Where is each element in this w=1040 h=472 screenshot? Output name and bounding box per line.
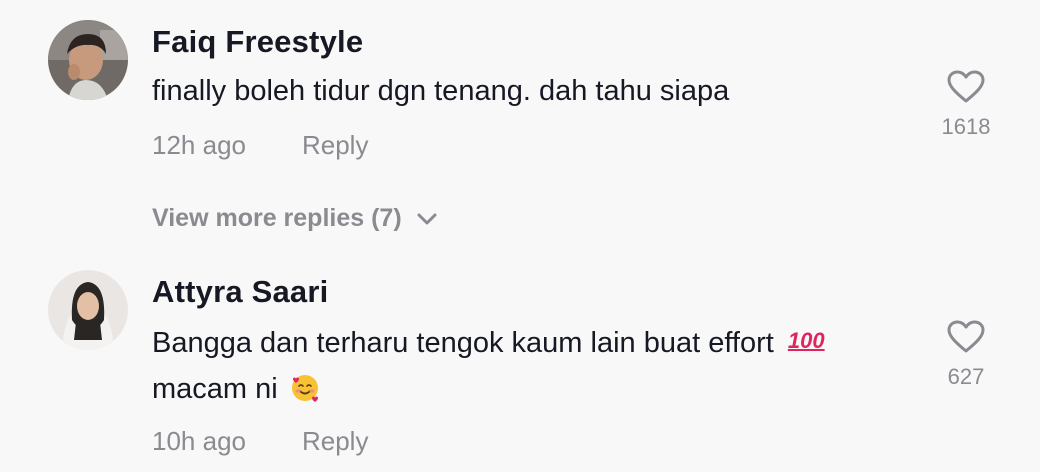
like-control: 627: [930, 320, 1002, 390]
reply-button[interactable]: Reply: [302, 130, 368, 161]
view-more-replies-label: View more replies (7): [152, 204, 402, 232]
comment-meta: 12h ago Reply: [152, 130, 368, 161]
comment-text: finally boleh tidur dgn tenang. dah tahu…: [152, 75, 730, 107]
heart-icon[interactable]: [947, 70, 985, 104]
hundred-points-emoji: 100: [787, 328, 825, 353]
comment-item: Attyra Saari Bangga dan terharu tengok k…: [0, 250, 1040, 472]
avatar-attyra-image: [48, 270, 128, 350]
avatar-faiq-image: [48, 20, 128, 100]
comment-time: 12h ago: [152, 130, 246, 160]
comment-username[interactable]: Faiq Freestyle: [152, 24, 363, 60]
like-count: 627: [947, 364, 985, 389]
chevron-down-icon: [417, 213, 437, 224]
comment-meta: 10h ago Reply: [152, 426, 368, 457]
like-count: 1618: [941, 114, 991, 139]
comment-item: Faiq Freestyle finally boleh tidur dgn t…: [0, 0, 1040, 250]
comment-text-line1: Bangga dan terharu tengok kaum lain buat…: [152, 327, 774, 359]
smiling-face-with-hearts-icon: [291, 375, 318, 402]
comments-list: Faiq Freestyle finally boleh tidur dgn t…: [0, 0, 1040, 472]
comment-text: Bangga dan terharu tengok kaum lain buat…: [152, 318, 892, 412]
comment-text-line2: macam ni: [152, 373, 278, 405]
avatar[interactable]: [48, 270, 128, 350]
view-more-replies-button[interactable]: View more replies (7): [152, 204, 438, 233]
like-control: 1618: [930, 70, 1002, 140]
comment-username[interactable]: Attyra Saari: [152, 274, 328, 310]
reply-button[interactable]: Reply: [302, 426, 368, 457]
comment-time: 10h ago: [152, 426, 246, 456]
avatar[interactable]: [48, 20, 128, 100]
heart-icon[interactable]: [947, 320, 985, 354]
